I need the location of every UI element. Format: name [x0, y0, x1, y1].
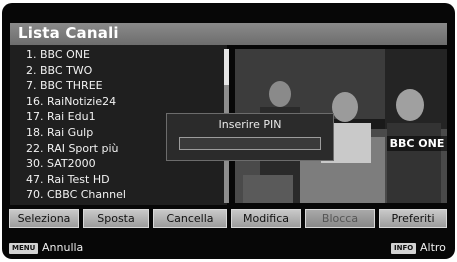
move-button[interactable]: Sposta	[83, 209, 149, 228]
edit-button[interactable]: Modifica	[231, 209, 301, 228]
page-title: Lista Canali	[18, 24, 119, 42]
channel-item[interactable]: 70. CBBC Channel	[10, 187, 220, 203]
favorites-button[interactable]: Preferiti	[379, 209, 447, 228]
function-button-bar: Seleziona Sposta Cancella Modifica Blocc…	[9, 209, 449, 229]
delete-button[interactable]: Cancella	[153, 209, 227, 228]
tv-screen: Lista Canali 1. BBC ONE 2. BBC TWO 7. BB…	[2, 3, 455, 259]
channel-item[interactable]: 7. BBC THREE	[10, 78, 220, 94]
info-key-label: Altro	[420, 241, 446, 254]
menu-key-label: Annulla	[42, 241, 84, 254]
channel-item[interactable]: 2. BBC TWO	[10, 63, 220, 79]
pin-dialog-title: Inserire PIN	[218, 118, 282, 131]
lock-button[interactable]: Blocca	[305, 209, 375, 228]
channel-item[interactable]: 1. BBC ONE	[10, 47, 220, 63]
pin-input[interactable]	[179, 137, 321, 150]
channel-item[interactable]: 47. Rai Test HD	[10, 172, 220, 188]
footer-hints: MENU Annulla INFO Altro	[2, 239, 455, 259]
channel-item[interactable]: 16. RaiNotizie24	[10, 94, 220, 110]
pin-dialog: Inserire PIN	[166, 113, 334, 161]
menu-key-icon: MENU	[9, 243, 39, 254]
header-bar: Lista Canali	[10, 23, 447, 45]
tv-frame: Lista Canali 1. BBC ONE 2. BBC TWO 7. BB…	[0, 0, 457, 262]
preview-channel-label: BBC ONE	[387, 136, 447, 151]
info-key-icon: INFO	[391, 243, 417, 254]
scrollbar-thumb[interactable]	[224, 49, 229, 85]
select-button[interactable]: Seleziona	[9, 209, 79, 228]
